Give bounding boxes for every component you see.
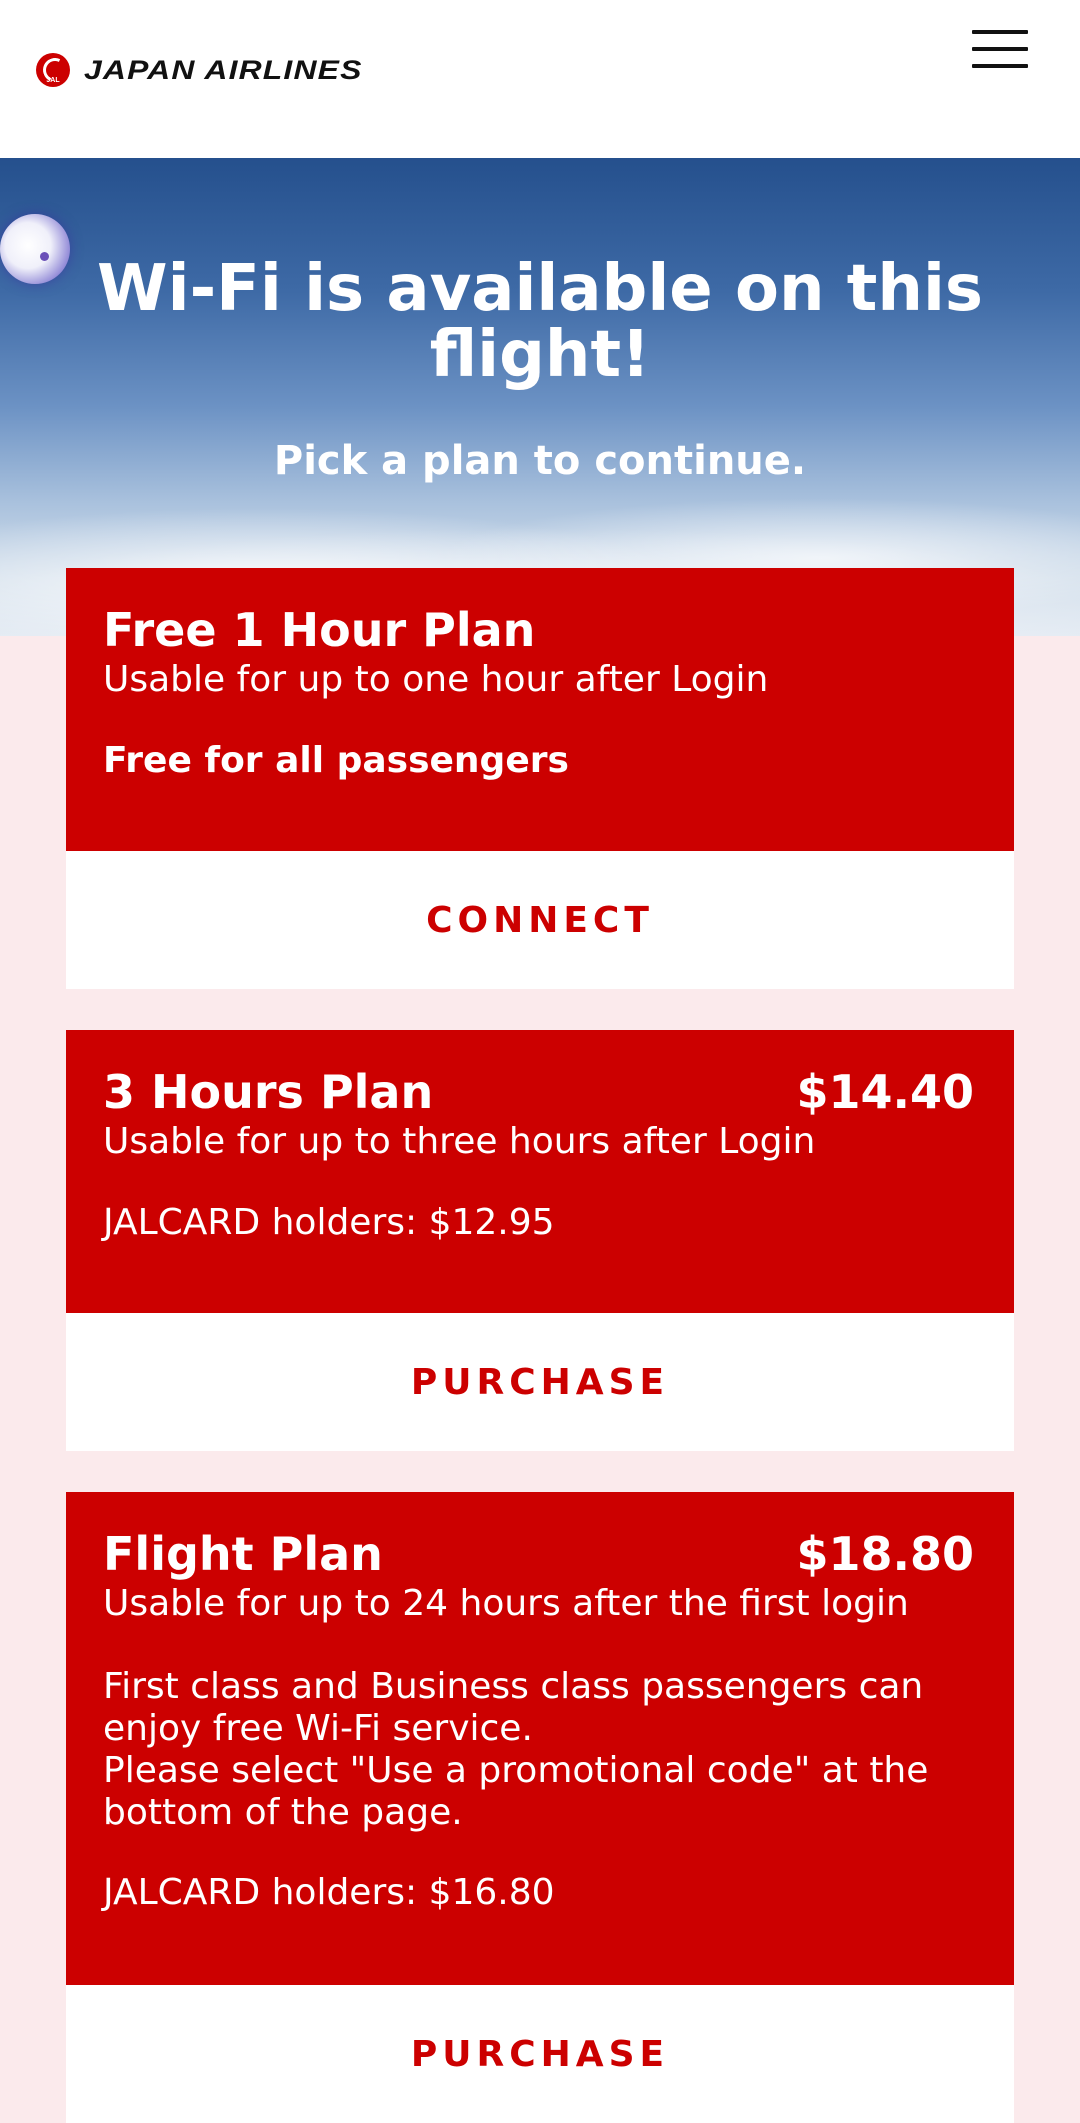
plan-card-free-1-hour: Free 1 Hour Plan Usable for up to one ho…: [66, 568, 1014, 989]
page-title: Wi-Fi is available on this flight!: [97, 252, 983, 392]
plan-note: JALCARD holders: $12.95: [103, 1202, 555, 1243]
plan-price: $18.80: [796, 1527, 974, 1581]
logo-mark-text: JAL: [46, 77, 60, 84]
menu-bar: [972, 30, 1028, 34]
plan-info: 3 Hours Plan $14.40 Usable for up to thr…: [66, 1030, 1014, 1313]
purchase-button[interactable]: PURCHASE: [66, 1985, 1014, 2123]
purchase-button[interactable]: PURCHASE: [66, 1313, 1014, 1451]
brand-name: JAPAN AIRLINES: [84, 54, 363, 85]
plan-extra-line: First class and Business class passenger…: [103, 1666, 924, 1749]
plan-extra-info: First class and Business class passenger…: [103, 1666, 976, 1834]
plan-note: JALCARD holders: $16.80: [103, 1872, 555, 1913]
plan-price: $14.40: [796, 1065, 974, 1119]
jal-crane-logo-icon: JAL: [36, 53, 70, 87]
hamburger-menu-icon[interactable]: [970, 28, 1030, 72]
plan-name: Free 1 Hour Plan: [103, 603, 536, 657]
plan-card-flight: Flight Plan $18.80 Usable for up to 24 h…: [66, 1492, 1014, 2123]
hero-banner: Wi-Fi is available on this flight! Pick …: [0, 158, 1080, 636]
japan-airlines-logo[interactable]: JAL JAPAN AIRLINES: [36, 52, 361, 88]
top-header: JAL JAPAN AIRLINES: [0, 0, 1080, 158]
plan-extra-line: Please select "Use a promotional code" a…: [103, 1750, 929, 1833]
plan-description: Usable for up to three hours after Login: [103, 1121, 816, 1162]
menu-bar: [972, 64, 1028, 68]
plan-description: Usable for up to one hour after Login: [103, 659, 769, 700]
page-subtitle: Pick a plan to continue.: [273, 438, 807, 484]
assistant-bubble-icon[interactable]: [0, 214, 70, 284]
plan-info: Free 1 Hour Plan Usable for up to one ho…: [66, 568, 1014, 851]
plan-card-3-hours: 3 Hours Plan $14.40 Usable for up to thr…: [66, 1030, 1014, 1451]
connect-button[interactable]: CONNECT: [66, 851, 1014, 989]
menu-bar: [972, 47, 1028, 51]
plan-description: Usable for up to 24 hours after the firs…: [103, 1583, 909, 1624]
plan-note: Free for all passengers: [103, 740, 569, 781]
plan-info: Flight Plan $18.80 Usable for up to 24 h…: [66, 1492, 1014, 1985]
